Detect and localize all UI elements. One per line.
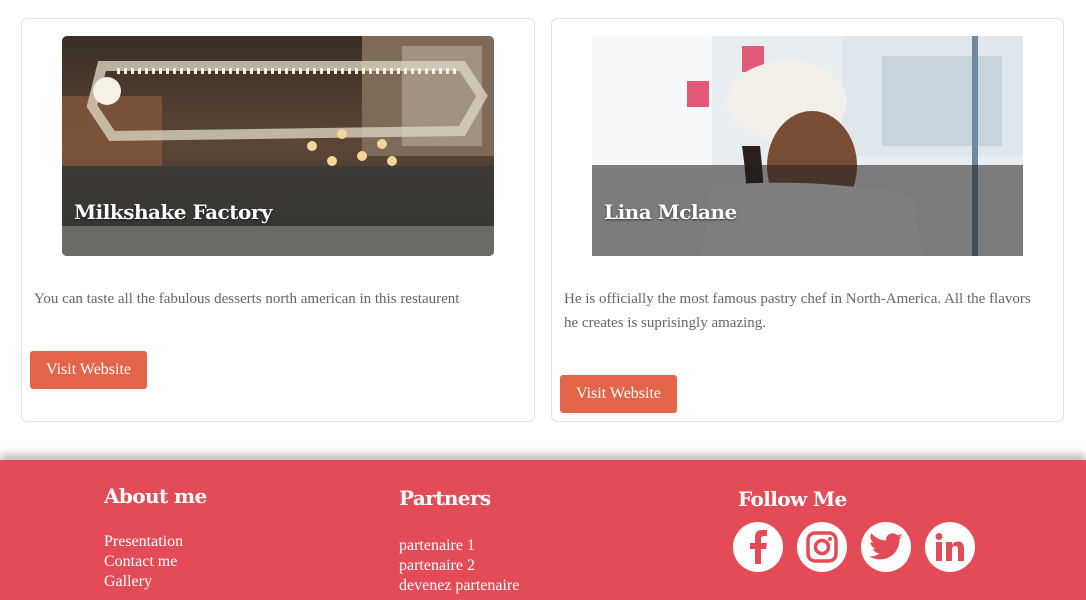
partners-links: partenaire 1 partenaire 2 devenez parten… xyxy=(399,536,519,596)
card-description: You can taste all the fabulous desserts … xyxy=(34,291,460,307)
twitter-icon[interactable] xyxy=(861,522,911,572)
card-milkshake-factory: Milkshake Factory You can taste all the … xyxy=(21,18,535,422)
link-devenez-partenaire[interactable]: devenez partenaire xyxy=(399,576,519,596)
footer: About me Presentation Contact me Gallery… xyxy=(0,460,1086,600)
facebook-icon[interactable] xyxy=(733,522,783,572)
card-lina-mclane: Lina Mclane He is officially the most fa… xyxy=(551,18,1064,422)
link-gallery[interactable]: Gallery xyxy=(104,572,183,592)
restaurant-image: Milkshake Factory xyxy=(62,36,494,256)
partners-title: Partners xyxy=(399,486,491,510)
social-icons xyxy=(733,522,975,572)
visit-website-button[interactable]: Visit Website xyxy=(30,351,148,389)
link-partenaire-2[interactable]: partenaire 2 xyxy=(399,556,519,576)
follow-title: Follow Me xyxy=(738,487,847,511)
instagram-icon[interactable] xyxy=(797,522,847,572)
link-presentation[interactable]: Presentation xyxy=(104,532,183,552)
chef-image: Lina Mclane xyxy=(592,36,1023,256)
card-title: Milkshake Factory xyxy=(74,200,272,224)
linkedin-icon[interactable] xyxy=(925,522,975,572)
about-title: About me xyxy=(104,484,207,508)
card-description: He is officially the most famous pastry … xyxy=(564,291,1031,331)
about-links: Presentation Contact me Gallery xyxy=(104,532,183,592)
visit-website-button[interactable]: Visit Website xyxy=(560,375,678,413)
card-title: Lina Mclane xyxy=(604,200,737,224)
link-partenaire-1[interactable]: partenaire 1 xyxy=(399,536,519,556)
link-contact-me[interactable]: Contact me xyxy=(104,552,183,572)
